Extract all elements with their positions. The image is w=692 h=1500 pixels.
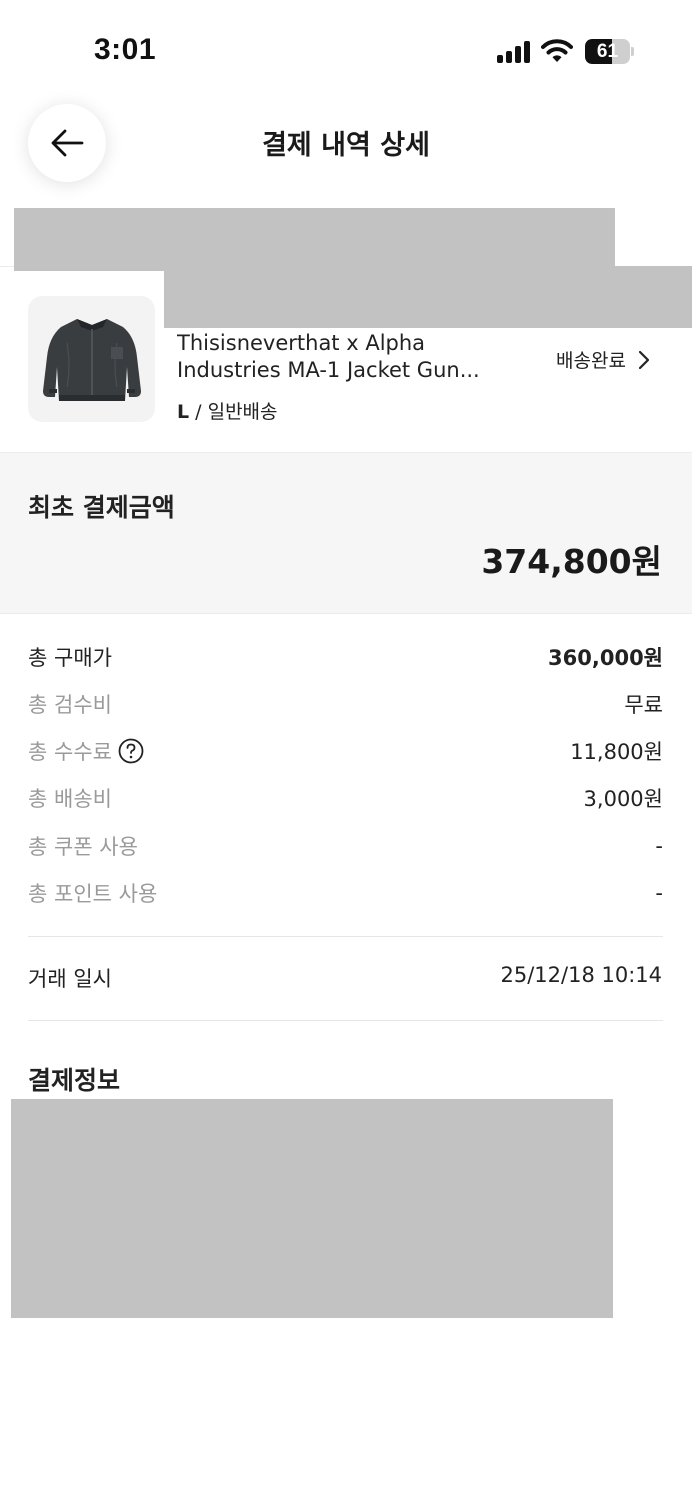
option-separator: /	[189, 401, 208, 423]
page-title: 결제 내역 상세	[262, 130, 430, 161]
fee-row-points: 총 포인트 사용 -	[28, 878, 663, 908]
fee-label: 총 배송비	[28, 787, 112, 811]
payment-info-title: 결제정보	[28, 1066, 121, 1095]
chevron-right-icon	[638, 350, 650, 369]
fee-label: 총 쿠폰 사용	[28, 835, 138, 859]
shipping-status-link[interactable]: 배송완료	[556, 346, 650, 373]
fee-label: 총 검수비	[28, 693, 112, 717]
question-circle-icon[interactable]	[118, 738, 144, 764]
fee-row-commission: 총 수수료 11,800원	[28, 736, 663, 766]
wifi-icon	[541, 38, 573, 64]
product-name[interactable]: Thisisneverthat x Alpha Industries MA-1 …	[177, 330, 522, 384]
product-name-line2: Industries MA-1 Jacket Gun...	[177, 358, 480, 382]
product-name-line1: Thisisneverthat x Alpha	[177, 331, 426, 355]
divider	[28, 936, 663, 937]
redacted-block	[11, 1099, 613, 1318]
total-payment-amount: 374,800원	[481, 542, 662, 581]
fee-row-purchase: 총 구매가 360,000원	[28, 642, 663, 672]
signal-icon	[497, 41, 531, 63]
trade-date-label: 거래 일시	[28, 967, 112, 991]
fee-value: 360,000원	[548, 646, 663, 670]
fee-label: 총 구매가	[28, 646, 112, 670]
redacted-block	[14, 208, 615, 271]
battery-level: 61	[596, 41, 619, 62]
divider	[28, 1020, 663, 1021]
product-image[interactable]	[28, 296, 155, 422]
fee-value: -	[655, 834, 663, 858]
shipping-type: 일반배송	[207, 401, 278, 423]
fee-label: 총 포인트 사용	[28, 882, 158, 906]
fee-value: -	[655, 881, 663, 905]
fee-value: 3,000원	[583, 787, 663, 811]
status-time: 3:01	[94, 33, 157, 66]
product-size: L	[177, 401, 190, 423]
product-option: L / 일반배송	[177, 397, 278, 424]
fee-row-inspection: 총 검수비 무료	[28, 689, 663, 719]
total-payment-panel	[0, 452, 692, 614]
battery-icon: 61	[585, 39, 634, 64]
redacted-block	[164, 266, 692, 328]
jacket-image	[42, 319, 141, 401]
fee-value: 무료	[624, 693, 663, 717]
fee-label-wrap: 총 수수료	[28, 736, 144, 766]
shipping-status: 배송완료	[556, 350, 626, 372]
total-payment-label: 최초 결제금액	[28, 493, 175, 522]
fee-row-coupon: 총 쿠폰 사용 -	[28, 831, 663, 861]
fee-value: 11,800원	[570, 740, 663, 764]
trade-date-value: 25/12/18 10:14	[500, 963, 662, 987]
fee-row-shipping: 총 배송비 3,000원	[28, 783, 663, 813]
fee-label: 총 수수료	[28, 740, 112, 764]
